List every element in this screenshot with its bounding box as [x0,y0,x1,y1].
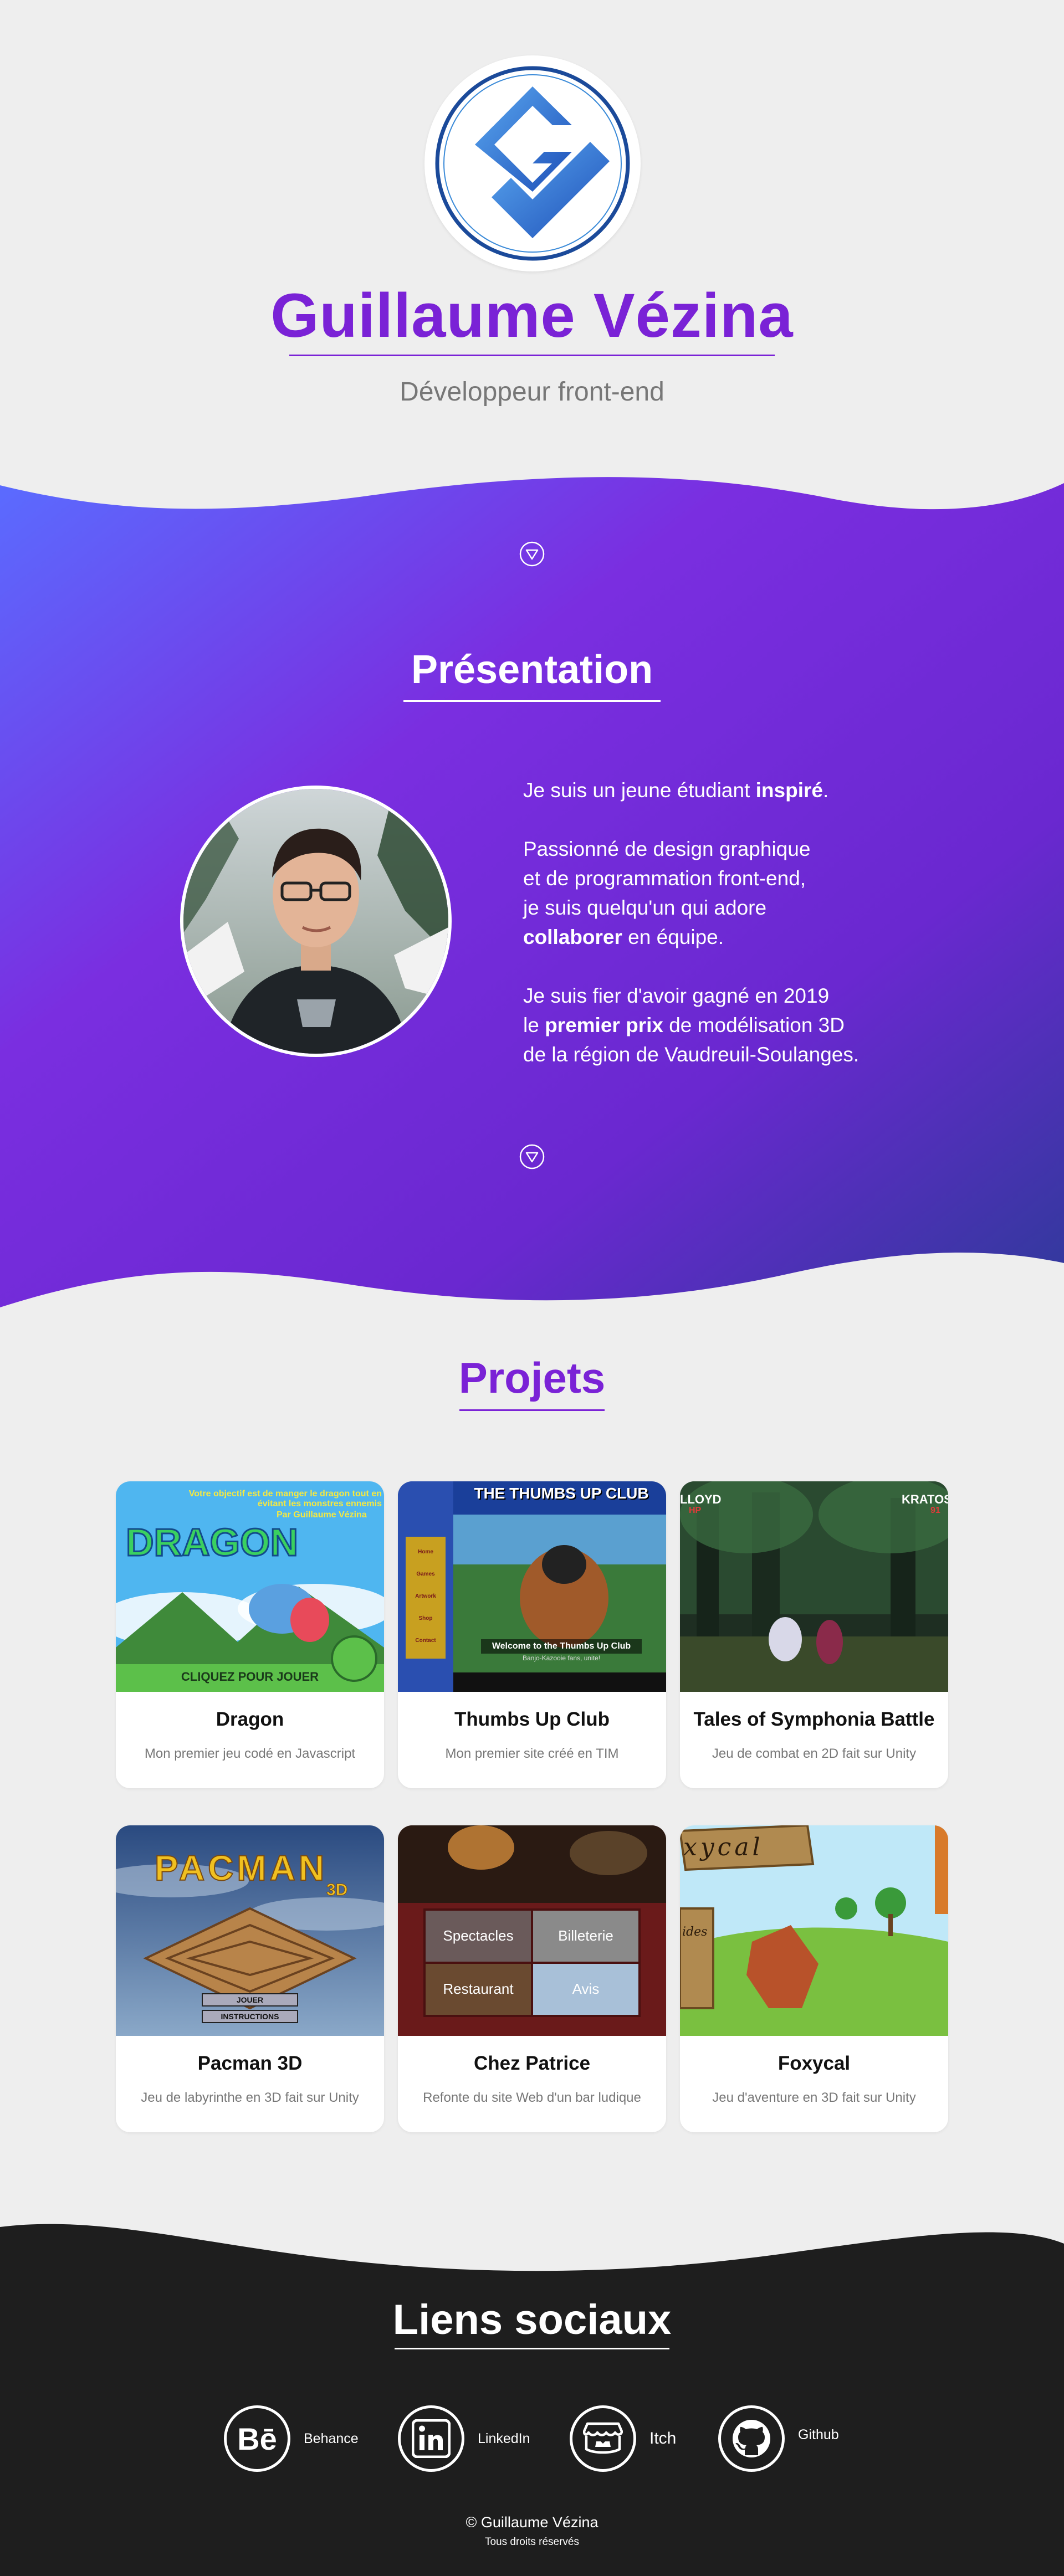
github-label: Github [798,2426,839,2442]
dragon-thumb-logo: DRAGON [125,1520,299,1565]
project-title: Thumbs Up Club [454,1708,610,1730]
project-description: Refonte du site Web d'un bar ludique [423,2090,641,2105]
project-title: Foxycal [777,2052,851,2074]
project-title: Pacman 3D [197,2052,303,2074]
project-card-dragon[interactable]: Votre objectif est de manger le dragon t… [116,1481,384,1788]
linkedin-icon [398,2405,464,2472]
project-card-foxycal[interactable]: xycal ides Foxycal Jeu d'aventure en 3D … [680,1825,948,2132]
thumbs-menu-item: Contact [415,1638,436,1644]
github-icon [718,2405,785,2472]
project-card-pacman-3d[interactable]: PACMAN 3D JOUER INSTRUCTIONS Pacman 3D J… [116,1825,384,2132]
patrice-tile-avis: Avis [572,1980,600,1997]
thumbs-menu-item: Games [416,1571,435,1577]
tales-thumb-left-hp: HP [689,1506,702,1515]
scroll-down-icon-2[interactable] [519,1143,545,1170]
site-owner-name: Guillaume Vézina [270,281,794,350]
patrice-tile-spectacles: Spectacles [443,1927,514,1944]
foxycal-thumb-post: ides [682,1925,708,1939]
dragon-thumb-banner: Votre objectif est de manger le dragon t… [188,1489,382,1508]
tales-thumb-right-hp: 91 [930,1506,940,1515]
thumbs-menu-item: Shop [418,1615,433,1621]
hero-section: Guillaume Vézina Développeur front-end [0,0,1064,488]
presentation-text: Je suis un jeune étudiant inspiré. Passi… [523,776,944,1099]
project-card-tales-of-symphonia[interactable]: LLOYD HP KRATOS 91 Tales of Symphonia Ba… [680,1481,948,1788]
social-title: Liens sociaux [392,2296,672,2343]
linkedin-link[interactable]: LinkedIn [398,2403,530,2474]
itch-link[interactable]: Itch [570,2403,676,2474]
thumbs-thumb-welcome: Welcome to the Thumbs Up Club [481,1639,642,1654]
thumbs-thumb-header: THE THUMBS UP CLUB [474,1485,649,1502]
bio-paragraph-2: Passionné de design graphique et de progr… [523,838,811,948]
dragon-thumb-author: Par Guillaume Vézina [277,1510,367,1520]
project-thumbnail: THE THUMBS UP CLUB Home Games Artwork Sh… [398,1481,666,1692]
project-thumbnail: LLOYD HP KRATOS 91 [680,1481,948,1692]
copyright-text: © Guillaume Vézina [466,2514,598,2531]
thumbs-menu-item: Artwork [415,1593,436,1599]
thumbs-menu-item: Home [418,1549,433,1555]
project-description: Mon premier site créé en TIM [445,1746,619,1761]
pacman-thumb-logo-sub: 3D [326,1881,348,1900]
tales-thumb-left-name: LLOYD [680,1492,722,1506]
dragon-thumb-button: CLIQUEZ POUR JOUER [181,1670,319,1684]
github-link[interactable]: Github [718,2403,839,2474]
bio-paragraph-1: Je suis un jeune étudiant inspiré. [523,779,829,802]
linkedin-label: LinkedIn [478,2430,530,2446]
portrait-avatar [180,786,452,1057]
project-thumbnail: PACMAN 3D JOUER INSTRUCTIONS [116,1825,384,2036]
presentation-underline [403,700,661,702]
patrice-tile-restaurant: Restaurant [443,1980,514,1997]
scroll-down-icon[interactable] [519,541,545,567]
project-description: Mon premier jeu codé en Javascript [144,1746,356,1761]
projects-title: Projets [458,1353,606,1402]
social-underline [395,2348,669,2349]
itch-label: Itch [649,2429,677,2447]
project-card-chez-patrice[interactable]: Spectacles Billeterie Restaurant Avis Ch… [398,1825,666,2132]
project-title: Dragon [216,1708,284,1730]
presentation-title: Présentation [411,648,653,692]
thumbs-thumb-menu: Home Games Artwork Shop Contact [409,1541,442,1652]
pacman-thumb-btn-instructions: INSTRUCTIONS [221,2012,279,2021]
projects-underline [459,1409,605,1411]
behance-label: Behance [304,2430,359,2446]
itch-icon [570,2405,636,2472]
patrice-tile-billeterie: Billeterie [558,1927,613,1944]
project-title: Tales of Symphonia Battle [693,1708,935,1730]
foxycal-thumb-sign: xycal [683,1833,764,1861]
tales-thumb-right-name: KRATOS [902,1492,948,1506]
behance-link[interactable]: Bē Behance [224,2403,359,2474]
thumbs-thumb-sub: Banjo-Kazooie fans, unite! [522,1654,601,1662]
project-thumbnail: Spectacles Billeterie Restaurant Avis [398,1825,666,2036]
pacman-thumb-btn-play: JOUER [236,1995,264,2004]
project-description: Jeu de labyrinthe en 3D fait sur Unity [141,2090,359,2105]
project-thumbnail: Votre objectif est de manger le dragon t… [116,1481,384,1692]
project-card-thumbs-up-club[interactable]: THE THUMBS UP CLUB Home Games Artwork Sh… [398,1481,666,1788]
bio-paragraph-3: Je suis fier d'avoir gagné en 2019 le pre… [523,984,860,1066]
project-description: Jeu de combat en 2D fait sur Unity [712,1746,917,1761]
project-description: Jeu d'aventure en 3D fait sur Unity [712,2090,916,2105]
role-subtitle: Développeur front-end [400,377,664,407]
rights-text: Tous droits réservés [484,2536,579,2548]
logo-icon [435,66,630,261]
behance-icon: Bē [224,2405,290,2472]
project-thumbnail: xycal ides [680,1825,948,2036]
name-underline [289,355,775,356]
project-title: Chez Patrice [473,2052,591,2074]
pacman-thumb-logo: PACMAN [154,1848,328,1889]
